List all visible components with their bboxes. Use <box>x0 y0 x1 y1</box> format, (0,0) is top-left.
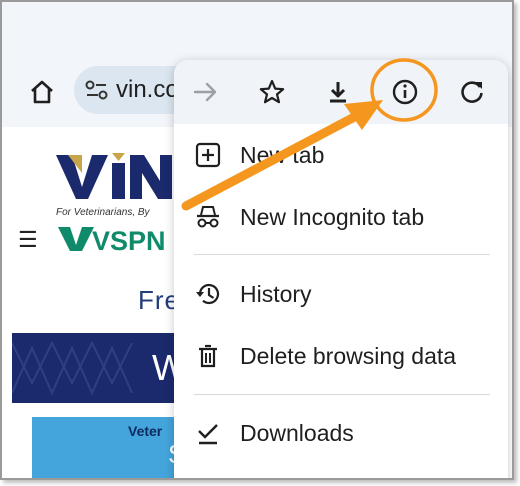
home-button[interactable] <box>28 78 56 106</box>
reload-button[interactable] <box>456 76 488 108</box>
url-text: vin.co <box>116 76 179 103</box>
chrome-overflow-menu: New tab New Incognito tab History Delete… <box>174 60 508 478</box>
promo-card[interactable]: Veter S <box>32 417 192 478</box>
forward-button[interactable] <box>190 76 222 108</box>
menu-divider <box>194 254 490 255</box>
menu-toolbar <box>174 60 508 124</box>
tune-icon <box>85 80 108 100</box>
vin-tagline: For Veterinarians, By <box>56 207 150 218</box>
forward-icon <box>193 82 217 102</box>
vin-logo <box>56 153 172 199</box>
menu-divider <box>194 394 490 395</box>
bookmark-star-icon <box>259 79 285 104</box>
vspn-logo-text: VSPN <box>92 226 166 253</box>
download-button[interactable] <box>322 76 354 108</box>
home-icon <box>31 80 53 104</box>
menu-item-label: Downloads <box>240 420 354 446</box>
new-tab-icon <box>195 142 221 168</box>
download-icon <box>330 82 346 103</box>
incognito-icon <box>197 206 219 228</box>
menu-item-label: New Incognito tab <box>240 204 425 230</box>
bookmark-button[interactable] <box>256 76 288 108</box>
hamburger-menu-icon[interactable]: ☰ <box>18 227 38 253</box>
vspn-logo: VSPN <box>58 226 166 253</box>
menu-item-label: History <box>240 281 312 307</box>
menu-item-label: New tab <box>240 142 325 168</box>
site-info-button[interactable] <box>84 78 110 102</box>
menu-item-history[interactable]: History <box>174 269 508 319</box>
menu-item-downloads[interactable]: Downloads <box>174 408 508 458</box>
downloads-check-icon <box>198 424 218 445</box>
delete-icon <box>199 344 217 368</box>
menu-item-label: Delete browsing data <box>240 343 457 369</box>
hero-banner: W <box>12 333 182 403</box>
history-icon <box>196 283 220 305</box>
menu-item-delete-browsing-data[interactable]: Delete browsing data <box>174 331 508 381</box>
screenshot-frame: vin.co For Veterinarians, By ☰ VSPN Fre … <box>0 0 514 480</box>
info-icon <box>392 79 418 105</box>
menu-item-new-tab[interactable]: New tab <box>174 130 508 180</box>
reload-icon <box>461 81 483 103</box>
page-info-button[interactable] <box>389 76 421 108</box>
promo-card-title: Veter <box>128 423 163 439</box>
menu-item-new-incognito-tab[interactable]: New Incognito tab <box>174 192 508 242</box>
